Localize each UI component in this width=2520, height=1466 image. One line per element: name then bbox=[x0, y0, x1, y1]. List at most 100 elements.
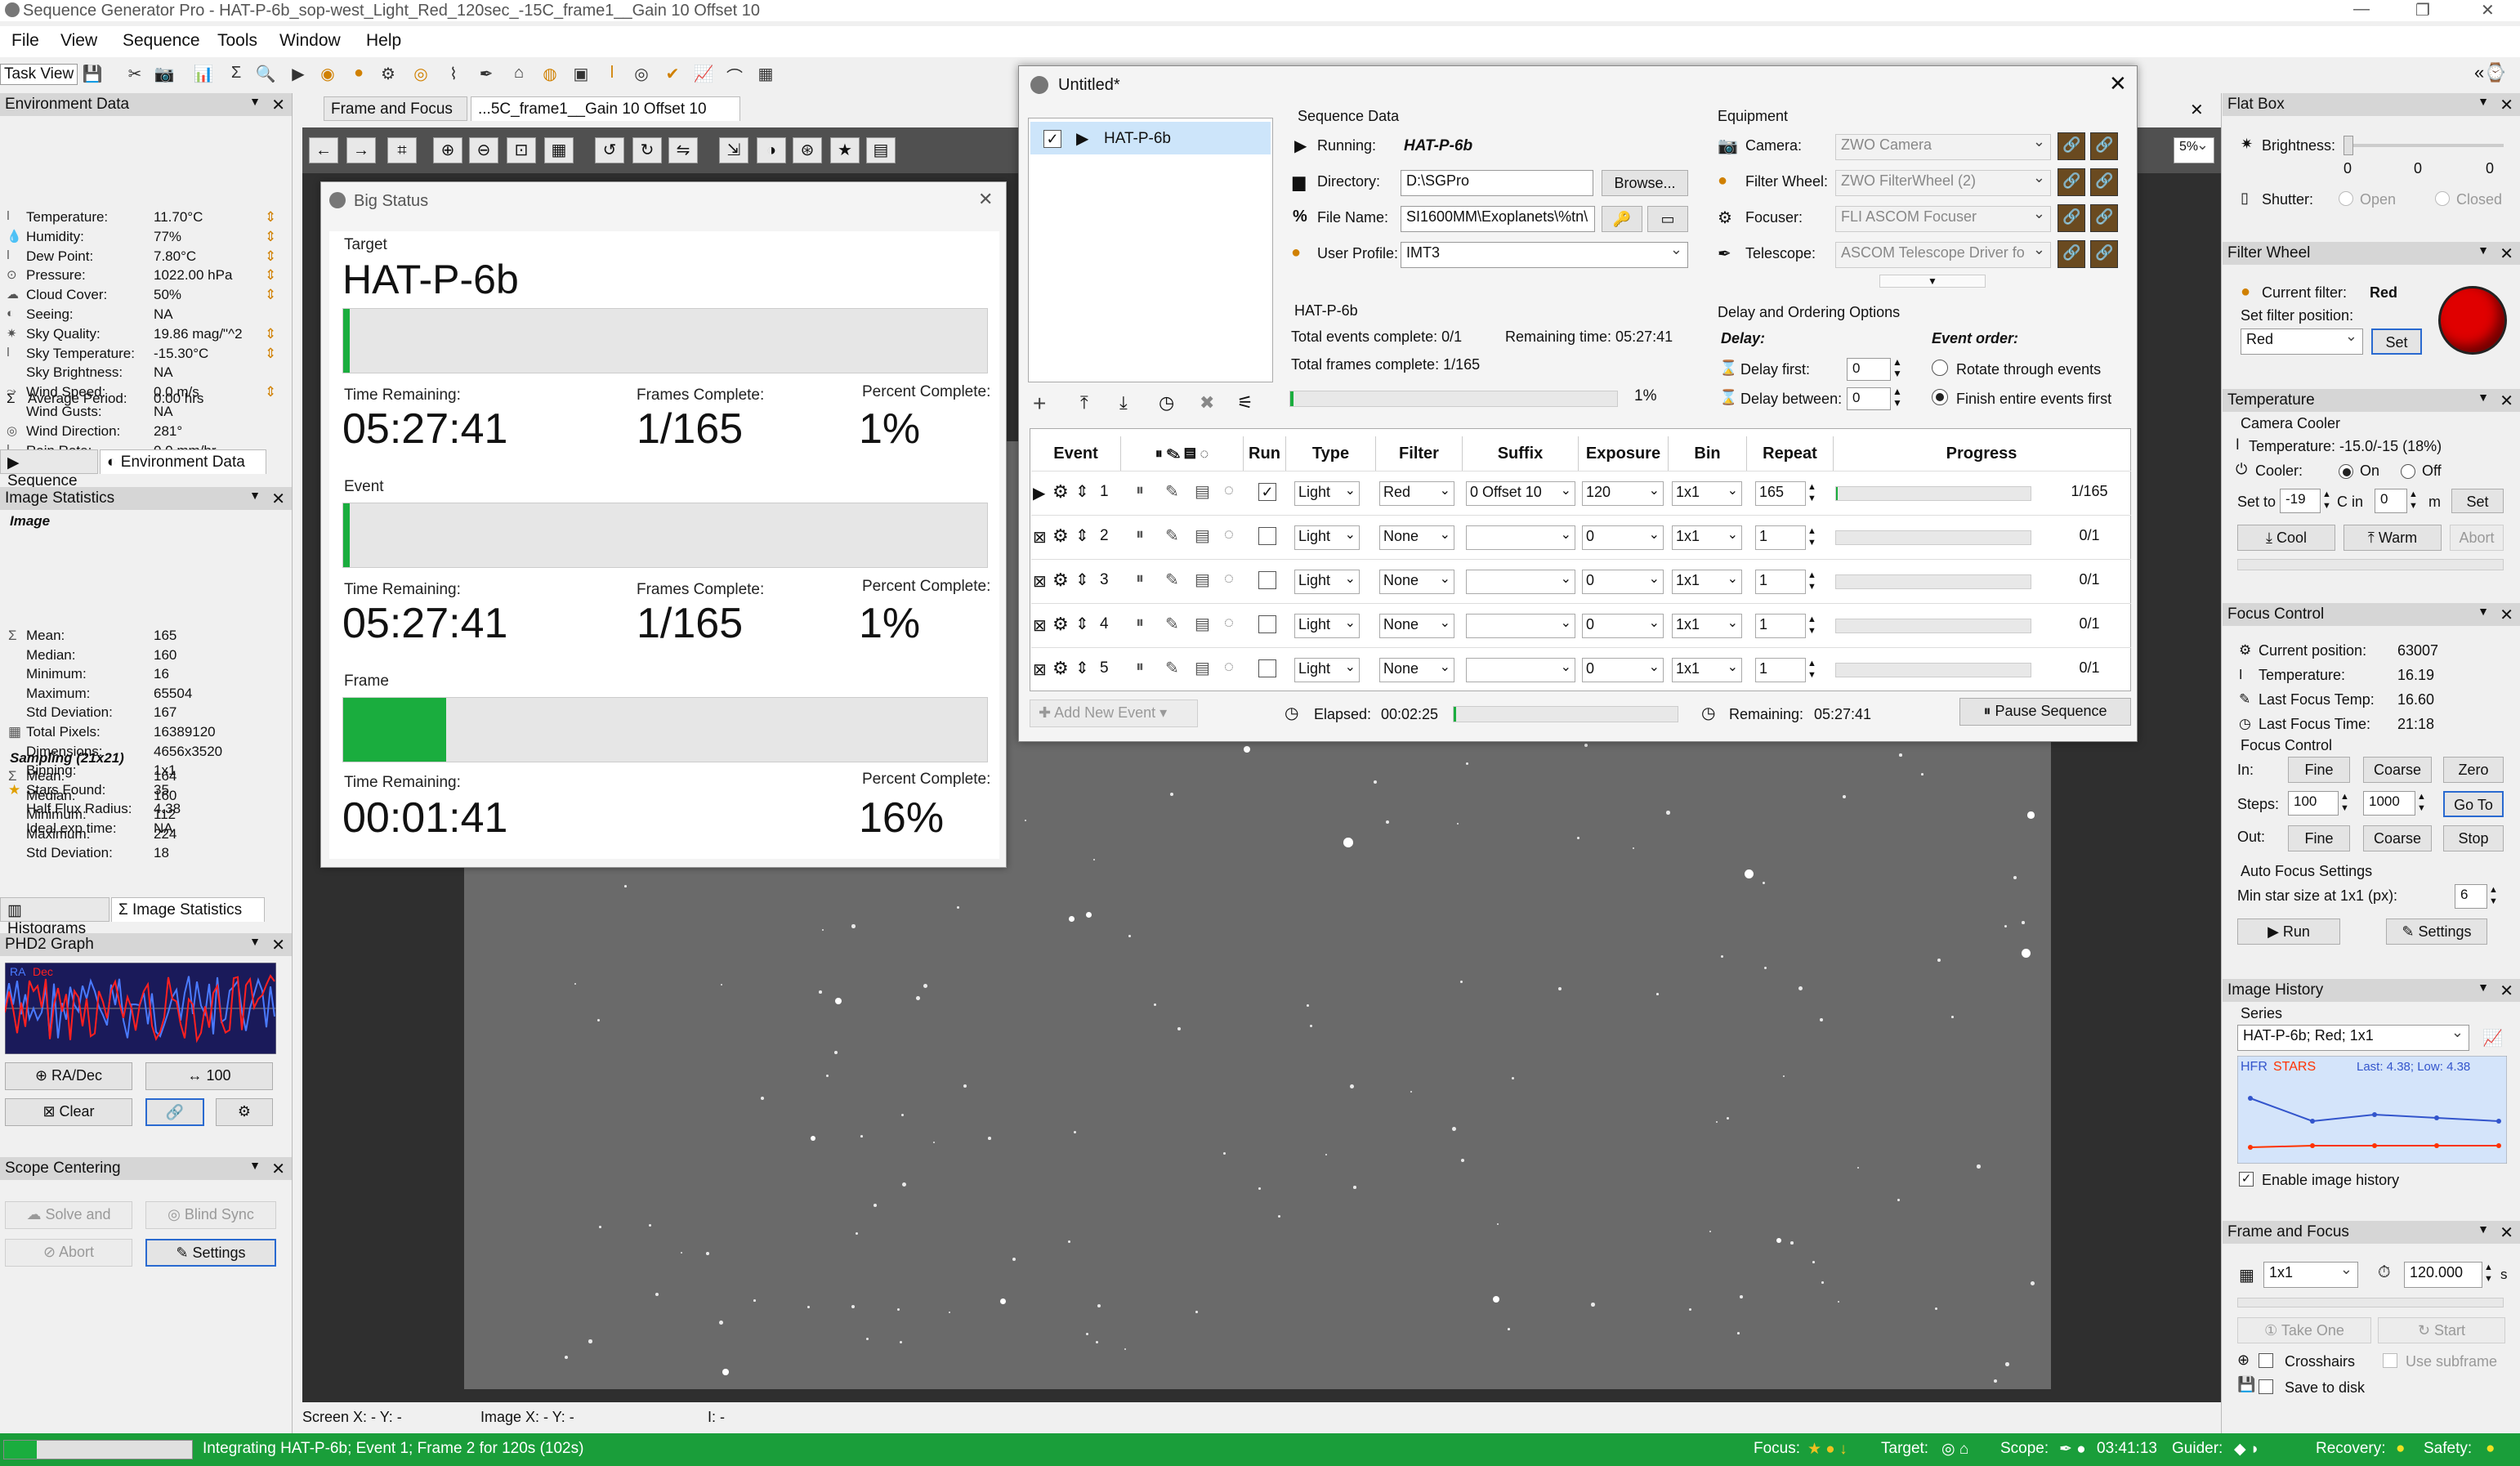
close-icon[interactable]: ✕ bbox=[271, 95, 285, 115]
event-repeat-input[interactable]: 1 bbox=[1755, 614, 1806, 638]
safety-icon[interactable]: ◎ bbox=[629, 64, 654, 87]
event-pause-icon[interactable]: ⏸ bbox=[1136, 614, 1144, 632]
event-gear-icon[interactable]: ⚙ bbox=[1052, 614, 1069, 635]
event-gear-icon[interactable]: ⚙ bbox=[1052, 525, 1069, 547]
filter-position-select[interactable]: Red bbox=[2241, 329, 2363, 355]
user-profile-select[interactable]: IMT3 bbox=[1401, 242, 1688, 268]
graph-icon[interactable]: 📈 bbox=[691, 64, 716, 87]
event-exposure-select[interactable]: 0 ⌄ bbox=[1582, 614, 1664, 638]
close-icon[interactable]: ✕ bbox=[271, 489, 285, 509]
steps-fine-spinner[interactable]: ▲ ▼ bbox=[2340, 791, 2349, 814]
collapse-dock-icon[interactable]: «⌚ bbox=[2474, 62, 2507, 83]
subframe-checkbox[interactable] bbox=[2383, 1353, 2397, 1368]
steps-coarse-spinner[interactable]: ▲ ▼ bbox=[2417, 791, 2426, 814]
cool-button[interactable]: ⤓ Cool bbox=[2237, 525, 2335, 551]
steps-fine-input[interactable]: 100 bbox=[2288, 791, 2339, 816]
event-bin-select[interactable]: 1x1 ⌄ bbox=[1672, 525, 1742, 550]
event-pause-icon[interactable]: ⏸ bbox=[1136, 481, 1144, 500]
tab-sequence[interactable]: ▶ Sequence bbox=[0, 449, 98, 489]
filename-input[interactable]: SI1600MM\Exoplanets\%tn\ bbox=[1401, 206, 1595, 232]
event-bin-select[interactable]: 1x1 ⌄ bbox=[1672, 614, 1742, 638]
event-repeat-input[interactable]: 1 bbox=[1755, 570, 1806, 594]
event-lasso-icon[interactable]: ◌ bbox=[1224, 481, 1234, 500]
browse-button[interactable]: Browse... bbox=[1602, 170, 1688, 196]
warm-button[interactable]: ⤒ Warm bbox=[2344, 525, 2442, 551]
frame-exposure-spinner[interactable]: ▲ ▼ bbox=[2484, 1262, 2493, 1285]
delay-between-input[interactable]: 0 bbox=[1847, 387, 1891, 410]
focuser-icon[interactable]: ⌇ bbox=[441, 64, 466, 87]
chart-icon[interactable]: 📈 bbox=[2482, 1028, 2503, 1048]
repeat-spinner[interactable]: ▲ ▼ bbox=[1807, 614, 1816, 637]
event-script-icon[interactable]: ▤ bbox=[1195, 525, 1210, 546]
event-gear-icon[interactable]: ⚙ bbox=[1052, 658, 1069, 679]
repeat-spinner[interactable]: ▲ ▼ bbox=[1807, 658, 1816, 681]
event-row[interactable]: ⊠ ⚙ ⇕ 3 ⏸ ✎ ▤ ◌ Light ⌄ None ⌄ ⌄ 0 ⌄ 1x1 ⌄ 1 ▲ ▼ 0/1 bbox=[1031, 559, 2131, 603]
minimize-button[interactable]: — bbox=[2353, 0, 2370, 19]
rotate-events-radio[interactable] bbox=[1932, 360, 1948, 376]
target-settings-icon[interactable]: ⚟ bbox=[1237, 392, 1253, 413]
chevron-down-icon[interactable]: ▼ bbox=[249, 489, 261, 502]
minutes-spinner[interactable]: ▲ ▼ bbox=[2409, 489, 2418, 512]
event-script-icon[interactable]: ▤ bbox=[1195, 614, 1210, 634]
event-move-icon[interactable]: ⇕ bbox=[1075, 658, 1089, 678]
move-down-icon[interactable]: ⤓ bbox=[1119, 392, 1128, 413]
chevron-down-icon[interactable]: ▼ bbox=[2478, 605, 2489, 618]
event-wrench-icon[interactable]: ✎ bbox=[1165, 658, 1179, 678]
event-exposure-select[interactable]: 0 ⌄ bbox=[1582, 658, 1664, 682]
brightness-thumb[interactable] bbox=[2344, 136, 2353, 155]
event-run-checkbox[interactable] bbox=[1258, 571, 1276, 589]
target-checkbox[interactable]: ✓ bbox=[1043, 130, 1061, 148]
focuser-connect-icon[interactable] bbox=[2058, 204, 2085, 232]
target-icon[interactable]: ◉ bbox=[315, 64, 340, 87]
event-wrench-icon[interactable]: ✎ bbox=[1165, 614, 1179, 634]
frame-binning-select[interactable]: 1x1 bbox=[2263, 1262, 2358, 1288]
gear-icon[interactable]: ⚙ bbox=[376, 64, 400, 87]
event-move-icon[interactable]: ⇕ bbox=[1075, 525, 1089, 546]
event-wrench-icon[interactable]: ✎ bbox=[1165, 570, 1179, 590]
tab-environment-data[interactable]: ◐ Environment Data bbox=[100, 449, 266, 474]
directory-input[interactable]: D:\SGPro bbox=[1401, 170, 1593, 196]
tab-image-statistics[interactable]: Σ Image Statistics bbox=[111, 897, 265, 922]
close-icon[interactable]: ✕ bbox=[2500, 95, 2513, 115]
chevron-down-icon[interactable]: ▼ bbox=[249, 1159, 261, 1172]
event-filter-select[interactable]: None ⌄ bbox=[1379, 570, 1454, 594]
event-bin-select[interactable]: 1x1 ⌄ bbox=[1672, 481, 1742, 506]
flatbox-icon[interactable]: ▣ bbox=[569, 64, 593, 87]
chevron-down-icon[interactable]: ▼ bbox=[2478, 1222, 2489, 1236]
focus-zero-button[interactable]: Zero bbox=[2443, 757, 2504, 783]
shutter-open-radio[interactable] bbox=[2339, 191, 2353, 206]
event-lasso-icon[interactable]: ◌ bbox=[1224, 525, 1234, 544]
delay-first-spinner[interactable]: ▲ ▼ bbox=[1892, 356, 1902, 379]
cooler-abort-button[interactable]: Abort bbox=[2450, 525, 2504, 551]
event-pause-icon[interactable]: ⏸ bbox=[1136, 658, 1144, 677]
event-suffix-select[interactable]: ⌄ bbox=[1466, 570, 1575, 594]
focuser-select[interactable]: FLI ASCOM Focuser bbox=[1835, 206, 2051, 232]
zoom-in-icon[interactable]: ⊕ bbox=[433, 137, 462, 163]
event-script-icon[interactable]: ▤ bbox=[1195, 481, 1210, 502]
arrow-left-icon[interactable]: ← bbox=[309, 137, 338, 163]
link-icon[interactable]: 🔗 bbox=[145, 1098, 204, 1126]
event-exposure-select[interactable]: 0 ⌄ bbox=[1582, 570, 1664, 594]
guider-icon[interactable]: ⌒ bbox=[722, 64, 747, 87]
cooler-on-radio[interactable] bbox=[2339, 464, 2353, 479]
sun-icon[interactable]: ● bbox=[346, 64, 371, 87]
delay-first-input[interactable]: 0 bbox=[1847, 358, 1891, 381]
big-status-close-icon[interactable]: ✕ bbox=[978, 189, 993, 210]
set-temp-spinner[interactable]: ▲ ▼ bbox=[2322, 489, 2331, 512]
min-star-size-spinner[interactable]: ▲ ▼ bbox=[2489, 884, 2498, 907]
filename-options-icon[interactable]: ▭ bbox=[1647, 206, 1688, 232]
event-exposure-select[interactable]: 0 ⌄ bbox=[1582, 525, 1664, 550]
solve-and-sync-button[interactable]: ☁ Solve and bbox=[5, 1201, 132, 1229]
chevron-down-icon[interactable]: ▼ bbox=[2478, 981, 2489, 994]
telescope-settings-icon[interactable] bbox=[2090, 240, 2118, 268]
scale-button[interactable]: ↔ 100 bbox=[145, 1062, 273, 1090]
event-wrench-icon[interactable]: ✎ bbox=[1165, 525, 1179, 546]
camera-connect-icon[interactable] bbox=[2058, 132, 2085, 160]
check-icon[interactable]: ✔ bbox=[660, 64, 685, 87]
menu-view[interactable]: View bbox=[60, 31, 97, 51]
event-type-select[interactable]: Light ⌄ bbox=[1294, 658, 1360, 682]
event-run-checkbox[interactable] bbox=[1258, 659, 1276, 677]
event-run-checkbox[interactable]: ✓ bbox=[1258, 483, 1276, 501]
menu-help[interactable]: Help bbox=[366, 31, 401, 51]
min-star-size-input[interactable]: 6 bbox=[2455, 884, 2487, 909]
